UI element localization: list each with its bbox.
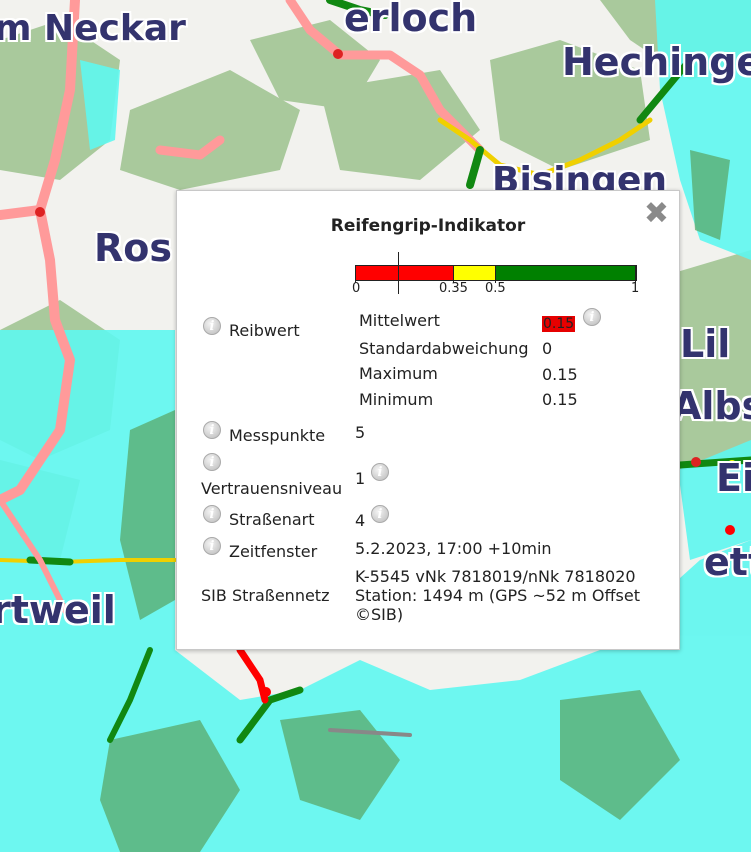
- strassenart-value: 4: [355, 511, 366, 530]
- info-icon[interactable]: i: [203, 317, 221, 335]
- reifengrip-popup: ✖ Reifengrip-Indikator 0 0.35 0.5 1 i Re…: [176, 190, 680, 650]
- scale-segment-green: [496, 266, 636, 280]
- sib-line: ©SIB): [355, 605, 404, 624]
- place-label: Hechinge: [562, 40, 751, 84]
- place-label: etti: [704, 540, 751, 584]
- scale-label: 0: [352, 281, 361, 296]
- scale-marker: [398, 252, 399, 294]
- vertrauensniveau-label: Vertrauensniveau: [201, 479, 343, 498]
- stat-name: Mittelwert: [359, 311, 440, 330]
- place-label: Ros: [94, 226, 172, 270]
- sib-line: Station: 1494 m (GPS ~52 m Offset: [355, 586, 640, 605]
- zeitfenster-label: Zeitfenster: [229, 542, 318, 561]
- popup-title: Reifengrip-Indikator: [330, 216, 526, 236]
- scale-label: 1: [631, 281, 640, 296]
- stat-name: Standardabweichung: [359, 339, 529, 358]
- stat-name: Minimum: [359, 390, 434, 409]
- info-icon[interactable]: i: [371, 463, 389, 481]
- place-label: rtweil: [0, 588, 116, 632]
- info-icon[interactable]: i: [371, 505, 389, 523]
- stat-value: 0.15: [542, 365, 578, 384]
- info-icon[interactable]: i: [583, 308, 601, 326]
- place-label: Ei: [716, 456, 751, 500]
- strassenart-label: Straßenart: [229, 510, 315, 529]
- stat-value: 0: [542, 339, 553, 358]
- sib-line: K-5545 vNk 7818019/nNk 7818020: [355, 567, 636, 586]
- stat-name: Maximum: [359, 364, 438, 383]
- info-icon[interactable]: i: [203, 453, 221, 471]
- place-label: Albs: [672, 384, 751, 428]
- zeitfenster-value: 5.2.2023, 17:00 +10min: [355, 539, 552, 558]
- info-icon[interactable]: i: [203, 505, 221, 523]
- scale-segment-red: [356, 266, 454, 280]
- vertrauensniveau-value: 1: [355, 469, 366, 488]
- stat-value: 0.15: [542, 390, 578, 409]
- scale-label: 0.35: [439, 281, 468, 296]
- place-label: m Neckar: [0, 8, 186, 49]
- sib-label: SIB Straßennetz: [201, 586, 330, 605]
- scale-segment-yellow: [454, 266, 496, 280]
- place-label: erloch: [344, 0, 478, 40]
- scale-label: 0.5: [485, 281, 506, 296]
- reibwert-label: Reibwert: [229, 321, 300, 340]
- info-icon[interactable]: i: [203, 421, 221, 439]
- info-icon[interactable]: i: [203, 537, 221, 555]
- messpunkte-label: Messpunkte: [229, 426, 326, 445]
- mittelwert-badge: 0.15: [542, 316, 576, 332]
- place-label: Lil: [680, 322, 731, 366]
- messpunkte-value: 5: [355, 423, 366, 442]
